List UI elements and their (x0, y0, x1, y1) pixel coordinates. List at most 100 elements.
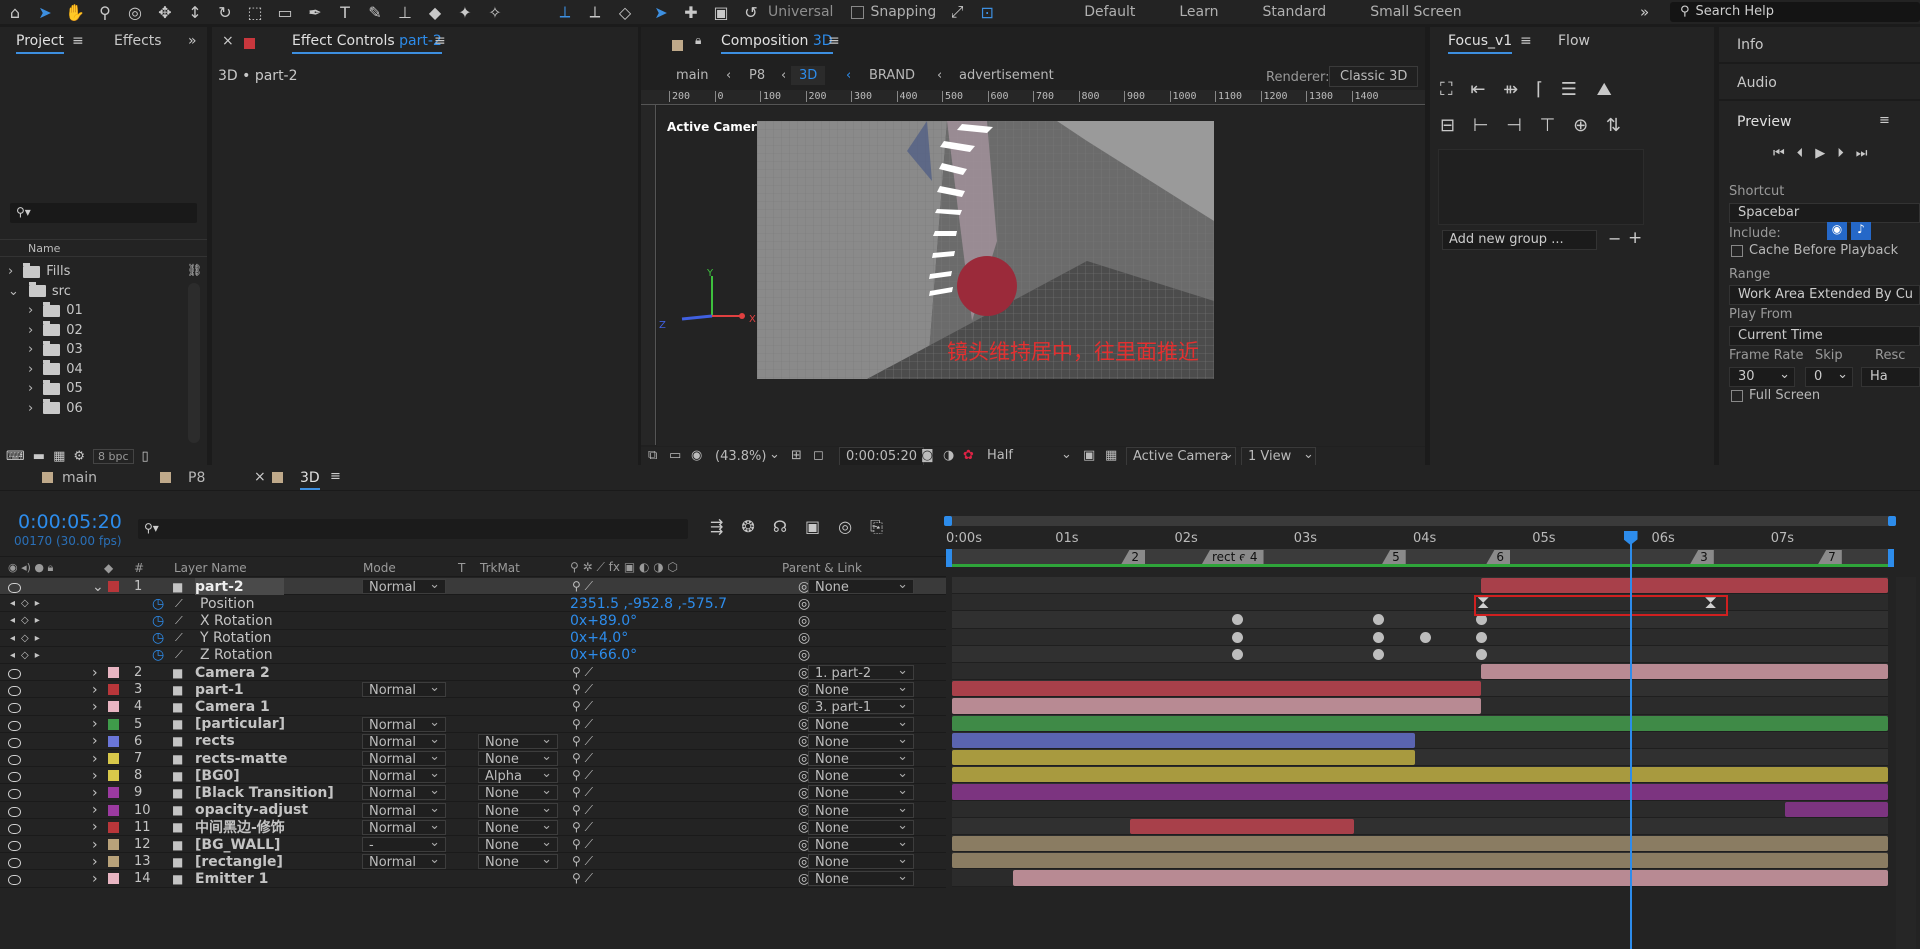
snapping-checkbox[interactable] (851, 5, 865, 19)
pickwhip-icon[interactable]: ◎ (798, 612, 810, 629)
camera-select-icon[interactable]: ➤ (646, 0, 676, 24)
layer-duration-bar[interactable] (1480, 578, 1888, 594)
property-value[interactable]: 2351.5 ,-952.8 ,-575.7 (570, 595, 727, 612)
axis-local-icon[interactable]: ⟂ (550, 0, 580, 24)
interpret-footage-icon[interactable]: ⌨ (6, 449, 25, 464)
layer-duration-bar[interactable] (952, 836, 1888, 852)
graph-icon[interactable]: ⟋ (175, 630, 183, 647)
timeline-tab-main[interactable]: main (62, 470, 97, 486)
tab-preview[interactable]: Preview (1737, 114, 1792, 130)
layer-name[interactable]: [particular] (195, 716, 285, 733)
keyframe-icon[interactable] (1475, 648, 1487, 660)
switch-icons[interactable]: ⚲ ⟋ (572, 750, 593, 767)
parent-link-header[interactable]: Parent & Link (782, 557, 862, 578)
trkmat-header[interactable]: TrkMat (480, 557, 520, 578)
mode-dropdown[interactable]: Normal (362, 852, 446, 870)
timeline-scrollbar[interactable] (1896, 577, 1916, 949)
parent-dropdown[interactable]: None (808, 869, 914, 887)
rotate-tool-icon[interactable]: ↻ (210, 0, 240, 24)
rectangle-tool-icon[interactable]: ▭ (270, 0, 300, 24)
breadcrumb-main[interactable]: main (676, 68, 708, 83)
property-row[interactable]: ◂◇▸ ◷ ⟋ Z Rotation 0x+66.0° ◎ (0, 647, 946, 664)
layer-row[interactable]: ›11■中间黑边-修饰NormalNone⚲ ⟋◎None (0, 818, 946, 836)
pickwhip-icon[interactable]: ◎ (798, 630, 810, 647)
comp-mini-flowchart-icon[interactable]: ⇶ (710, 517, 741, 536)
switch-icons[interactable]: ⚲ ⟋ (572, 578, 593, 595)
label-color-swatch[interactable] (108, 856, 119, 868)
label-color-swatch[interactable] (108, 581, 119, 592)
list-icon[interactable]: ☰ (1561, 79, 1577, 100)
project-item[interactable]: › 06 (0, 399, 180, 418)
brush-tool-icon[interactable]: ✎ (360, 0, 390, 24)
workspace-learn[interactable]: Learn (1179, 4, 1218, 20)
universal-label[interactable]: Universal (768, 4, 833, 20)
parent-dropdown[interactable]: 1. part-2 (808, 663, 914, 681)
layer-name[interactable]: [rectangle] (195, 853, 283, 870)
layer-row[interactable]: › 2 ■ Camera 2 ⚲ ⟋ ◎ 1. part-2 (0, 663, 946, 682)
layer-name[interactable]: Camera 1 (195, 698, 270, 715)
mode-dropdown[interactable]: Normal (362, 749, 446, 767)
layer-name[interactable]: [Black Transition] (195, 784, 334, 801)
transparency-grid-icon[interactable]: ▦ (1105, 448, 1117, 463)
chevron-right-icon[interactable]: › (92, 664, 98, 681)
shy-layers-icon[interactable]: ☊ (773, 517, 805, 536)
label-color-swatch[interactable] (108, 701, 119, 713)
layer-name[interactable]: Emitter 1 (195, 870, 268, 887)
parent-dropdown[interactable]: None (808, 749, 914, 767)
shortcut-dropdown[interactable]: Spacebar (1729, 203, 1920, 223)
zoom-tool-icon[interactable]: ⚲ (90, 0, 120, 24)
layer-row[interactable]: › 14 ■ Emitter 1 ⚲ ⟋ ◎ None (0, 869, 946, 888)
layer-duration-bar[interactable] (952, 750, 1416, 766)
mode-header[interactable]: Mode (363, 557, 396, 578)
parent-dropdown[interactable]: None (808, 818, 914, 836)
workspace-default[interactable]: Default (1084, 4, 1135, 20)
pickwhip-icon[interactable]: ◎ (798, 595, 810, 612)
label-color-swatch[interactable] (108, 718, 119, 730)
comp-marker[interactable]: 7 (1818, 550, 1842, 564)
camera-move-icon[interactable]: ✚ (676, 0, 706, 24)
stopwatch-icon[interactable]: ◷ (152, 630, 164, 647)
chevron-right-icon[interactable]: › (28, 323, 33, 338)
navigator-start-handle[interactable] (944, 516, 952, 526)
next-frame-icon[interactable]: ⏵ (1837, 146, 1856, 161)
parent-dropdown[interactable]: None (808, 783, 914, 801)
visibility-eye-icon[interactable] (8, 841, 21, 851)
layer-row[interactable]: ⌄1■part-2Normal⚲ ⟋◎None (0, 577, 946, 596)
chevron-down-icon[interactable]: ⌄ (769, 447, 780, 462)
switch-icons[interactable]: ⚲ ⟋ (572, 802, 593, 819)
label-color-swatch[interactable] (108, 821, 119, 833)
work-area-end[interactable] (1888, 549, 1894, 567)
skip-dropdown[interactable]: 0 ⌄ (1805, 367, 1853, 387)
switch-icons[interactable]: ⚲ ⟋ (572, 767, 593, 784)
label-color-swatch[interactable] (108, 770, 119, 782)
tab-effect-controls[interactable]: Effect Controls part-2 (292, 33, 442, 54)
workspace-standard[interactable]: Standard (1263, 4, 1327, 20)
visibility-eye-icon[interactable] (8, 755, 21, 765)
trkmat-dropdown[interactable]: None (478, 818, 558, 836)
chevron-right-icon[interactable]: › (92, 767, 98, 784)
label-color-swatch[interactable] (108, 873, 119, 885)
column-name-header[interactable]: Name (28, 242, 60, 255)
comp-marker[interactable]: 3 (1690, 550, 1714, 564)
layer-duration-bar[interactable] (1012, 870, 1888, 886)
breadcrumb-3d[interactable]: 3D (791, 66, 826, 85)
switch-icons[interactable]: ⚲ ⟋ (572, 664, 593, 681)
range-dropdown[interactable]: Work Area Extended By Cu (1729, 285, 1920, 305)
layer-duration-bar[interactable] (952, 767, 1888, 783)
mode-dropdown[interactable]: Normal (362, 783, 446, 801)
chevron-right-icon[interactable]: › (92, 819, 98, 836)
label-color-swatch[interactable] (108, 667, 119, 678)
parent-dropdown[interactable]: None (808, 852, 914, 870)
axis-view-icon[interactable]: ◇ (610, 0, 640, 24)
label-color-swatch[interactable] (108, 735, 119, 747)
mode-dropdown[interactable]: - (362, 835, 446, 853)
layer-name[interactable]: part-1 (195, 681, 244, 698)
new-composition-icon[interactable]: ▦ (53, 449, 65, 464)
property-row[interactable]: ◂◇▸ ◷ ⟋ Position 2351.5 ,-952.8 ,-575.7 ◎ (0, 595, 946, 613)
label-color-swatch[interactable] (108, 839, 119, 850)
chevron-right-icon[interactable]: › (92, 698, 98, 715)
timeline-tab-p8[interactable]: P8 (188, 470, 205, 486)
project-item[interactable]: › 04 (0, 360, 180, 379)
visibility-eye-icon[interactable] (8, 772, 21, 783)
layer-left-icon[interactable]: ⊢ (1473, 115, 1489, 136)
